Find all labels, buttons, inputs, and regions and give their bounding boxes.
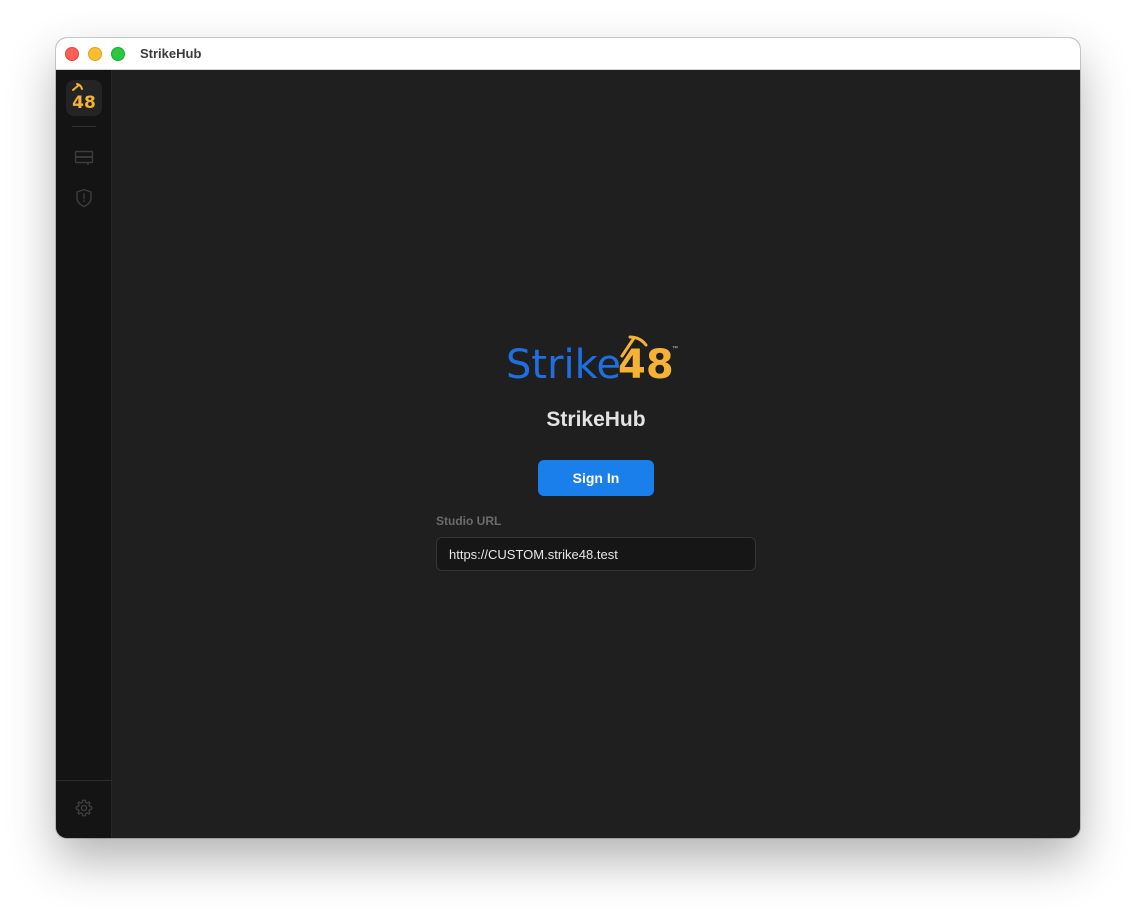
strike48-brand-logo: Strike 48 ™: [506, 334, 686, 390]
strike48-logo-mark: 48: [72, 83, 96, 113]
logo-text: 48: [72, 93, 96, 113]
gear-icon: [75, 799, 93, 817]
title-bar: StrikeHub: [56, 38, 1080, 70]
studio-url-input[interactable]: [436, 537, 756, 571]
trademark-symbol: ™: [672, 346, 678, 352]
sidebar-divider: [72, 126, 96, 127]
zoom-window-button[interactable]: [111, 47, 125, 61]
shield-icon: [76, 188, 92, 208]
minimize-window-button[interactable]: [88, 47, 102, 61]
brand-number: 48: [618, 342, 674, 388]
sidebar-item-security[interactable]: [70, 184, 98, 212]
sidebar-item-servers[interactable]: [70, 144, 98, 172]
main-content: Strike 48 ™ StrikeHub Sign In Studio URL: [112, 70, 1080, 838]
app-name-heading: StrikeHub: [546, 408, 646, 431]
sidebar: 48: [56, 70, 112, 838]
sidebar-footer-divider: [56, 780, 112, 781]
strike48-app-icon[interactable]: 48: [66, 80, 102, 116]
server-rack-icon: [74, 150, 94, 165]
close-window-button[interactable]: [65, 47, 79, 61]
window-title: StrikeHub: [140, 46, 202, 61]
sign-in-button[interactable]: Sign In: [538, 460, 654, 496]
brand-word: Strike: [506, 342, 621, 388]
settings-button[interactable]: [70, 794, 98, 822]
app-window: StrikeHub 48 Strike 48 ™ StrikeHub Sign …: [56, 38, 1080, 838]
studio-url-label: Studio URL: [436, 514, 502, 528]
